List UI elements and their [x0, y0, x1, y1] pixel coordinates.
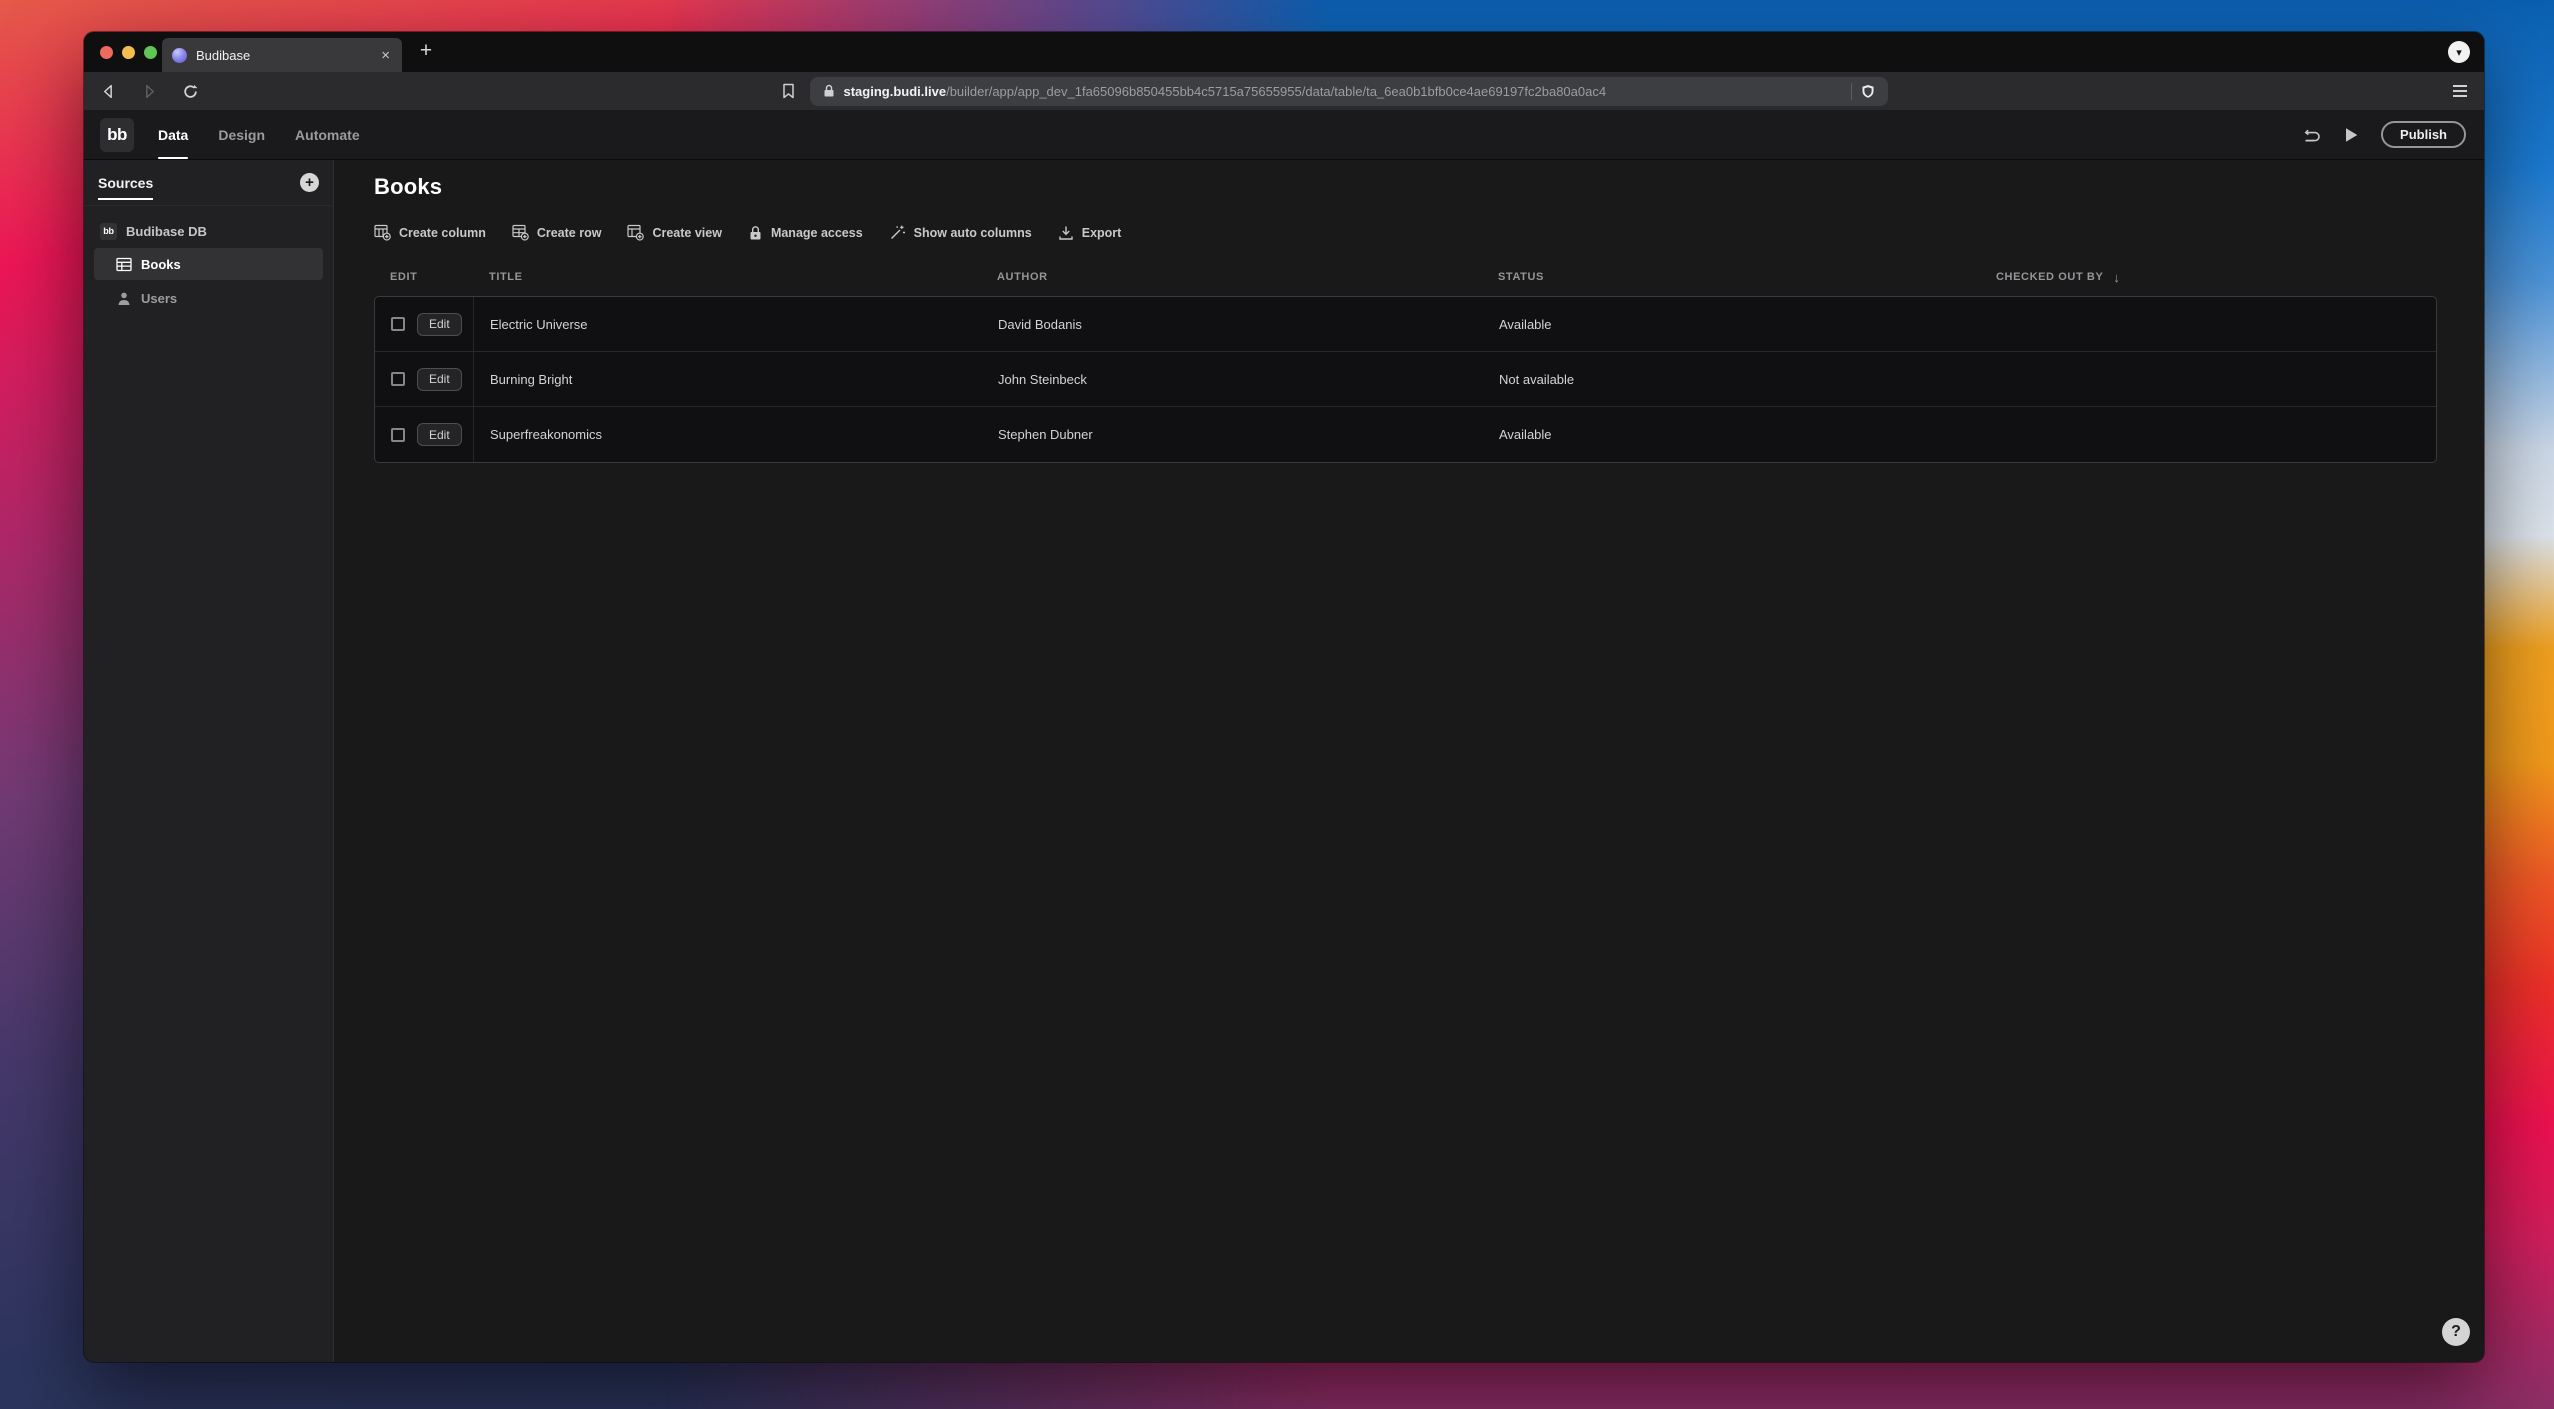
- table-add-icon: [512, 224, 529, 241]
- new-tab-button[interactable]: +: [414, 32, 438, 72]
- cell-title[interactable]: Burning Bright: [474, 372, 982, 387]
- page-title: Books: [374, 174, 443, 199]
- url-path: /builder/app/app_dev_1fa65096b850455bb4c…: [946, 83, 1607, 99]
- list-all-tabs-button[interactable]: ▾: [2448, 41, 2470, 63]
- download-icon: [1058, 225, 1074, 241]
- export-button[interactable]: Export: [1058, 225, 1121, 241]
- reload-button[interactable]: [182, 83, 199, 100]
- back-button[interactable]: [100, 83, 117, 100]
- traffic-lights: [100, 45, 157, 59]
- publish-button[interactable]: Publish: [2381, 121, 2466, 148]
- budibase-favicon-icon: [172, 47, 187, 63]
- browser-toolbar: staging.budi.live/builder/app/app_dev_1f…: [84, 72, 2484, 110]
- browser-window: Budibase × + ▾ staging.budi.live/builder…: [84, 32, 2484, 1362]
- cell-title[interactable]: Superfreakonomics: [474, 427, 982, 442]
- sidebar-item-label: Books: [141, 256, 181, 272]
- undo-icon[interactable]: [2304, 127, 2322, 143]
- column-header-author[interactable]: Author: [981, 271, 1482, 283]
- budibase-db-icon: bb: [100, 222, 117, 240]
- sort-descending-icon[interactable]: ↓: [2113, 270, 2120, 285]
- table-row: Edit Burning Bright John Steinbeck Not a…: [375, 352, 2436, 407]
- browser-tabstrip: Budibase × + ▾: [84, 32, 2484, 72]
- table-header-row: Edit Title Author Status Checked out by …: [374, 265, 2437, 289]
- table-view: Books Create column Create row Create vi…: [334, 160, 2484, 1362]
- edit-row-button[interactable]: Edit: [417, 312, 462, 336]
- cell-title[interactable]: Electric Universe: [474, 317, 982, 332]
- minimize-window-button[interactable]: [122, 45, 135, 59]
- edit-row-button[interactable]: Edit: [417, 423, 462, 446]
- create-view-button[interactable]: Create view: [627, 224, 722, 241]
- cell-status[interactable]: Not available: [1483, 372, 1981, 387]
- browser-menu-button[interactable]: [2438, 84, 2468, 98]
- chevron-down-icon: ▾: [2456, 46, 2462, 59]
- tab-close-icon[interactable]: ×: [379, 48, 392, 63]
- table-row: Edit Superfreakonomics Stephen Dubner Av…: [375, 407, 2436, 462]
- help-button[interactable]: ?: [2442, 1318, 2470, 1346]
- lock-icon: [748, 225, 763, 241]
- app-nav-tabs: Data Design Automate: [158, 123, 360, 159]
- address-bar[interactable]: staging.budi.live/builder/app/app_dev_1f…: [809, 76, 1888, 106]
- shield-extension-icon[interactable]: [1861, 84, 1875, 99]
- add-source-button[interactable]: +: [300, 173, 319, 192]
- maximize-window-button[interactable]: [144, 45, 157, 59]
- sidebar-item-users[interactable]: Users: [94, 282, 323, 314]
- sources-tab[interactable]: Sources: [98, 175, 154, 200]
- table-body: Edit Electric Universe David Bodanis Ava…: [374, 296, 2437, 463]
- user-icon: [116, 291, 132, 306]
- cell-author[interactable]: John Steinbeck: [982, 372, 1483, 387]
- budibase-app: bb Data Design Automate Publish Sources …: [84, 110, 2484, 1362]
- cell-status[interactable]: Available: [1483, 317, 1981, 332]
- app-header: bb Data Design Automate Publish: [84, 110, 2484, 160]
- column-header-checked-out-by[interactable]: Checked out by ↓: [1980, 270, 2437, 285]
- url-domain: staging.budi.live: [843, 83, 947, 99]
- magic-wand-icon: [889, 224, 906, 241]
- preview-play-icon[interactable]: [2344, 127, 2359, 143]
- cell-author[interactable]: Stephen Dubner: [982, 427, 1483, 442]
- edit-row-button[interactable]: Edit: [417, 367, 462, 391]
- bookmark-icon[interactable]: [781, 83, 796, 99]
- tab-design[interactable]: Design: [218, 123, 265, 147]
- column-header-title[interactable]: Title: [473, 271, 981, 283]
- cell-status[interactable]: Available: [1483, 427, 1981, 442]
- table-row: Edit Electric Universe David Bodanis Ava…: [375, 297, 2436, 352]
- tab-data[interactable]: Data: [158, 123, 189, 159]
- table-add-icon: [627, 224, 645, 241]
- close-window-button[interactable]: [100, 45, 113, 59]
- row-checkbox[interactable]: [391, 317, 405, 331]
- forward-button[interactable]: [141, 83, 158, 100]
- url-text: staging.budi.live/builder/app/app_dev_1f…: [844, 84, 1842, 99]
- table-actions: Create column Create row Create view Man…: [374, 224, 2484, 241]
- table-add-icon: [374, 224, 391, 241]
- sidebar-item-books[interactable]: Books: [94, 248, 323, 280]
- tab-automate[interactable]: Automate: [295, 123, 360, 147]
- budibase-logo[interactable]: bb: [100, 117, 134, 152]
- manage-access-button[interactable]: Manage access: [748, 225, 863, 241]
- browser-tab[interactable]: Budibase ×: [162, 38, 402, 72]
- table-grid-icon: [116, 257, 132, 272]
- sources-sidebar: Sources + bb Budibase DB Books Users: [84, 160, 334, 1362]
- create-row-button[interactable]: Create row: [512, 224, 601, 241]
- sidebar-item-budibase-db[interactable]: bb Budibase DB: [94, 216, 323, 246]
- column-header-edit: Edit: [390, 271, 418, 283]
- tab-title: Budibase: [196, 47, 251, 63]
- column-header-status[interactable]: Status: [1482, 271, 1980, 283]
- sidebar-item-label: Users: [141, 290, 178, 306]
- row-checkbox[interactable]: [391, 372, 405, 386]
- address-bar-divider: [1850, 82, 1852, 100]
- show-auto-columns-button[interactable]: Show auto columns: [889, 224, 1032, 241]
- lock-icon: [823, 84, 835, 98]
- cell-author[interactable]: David Bodanis: [982, 317, 1483, 332]
- row-checkbox[interactable]: [391, 427, 405, 442]
- create-column-button[interactable]: Create column: [374, 224, 486, 241]
